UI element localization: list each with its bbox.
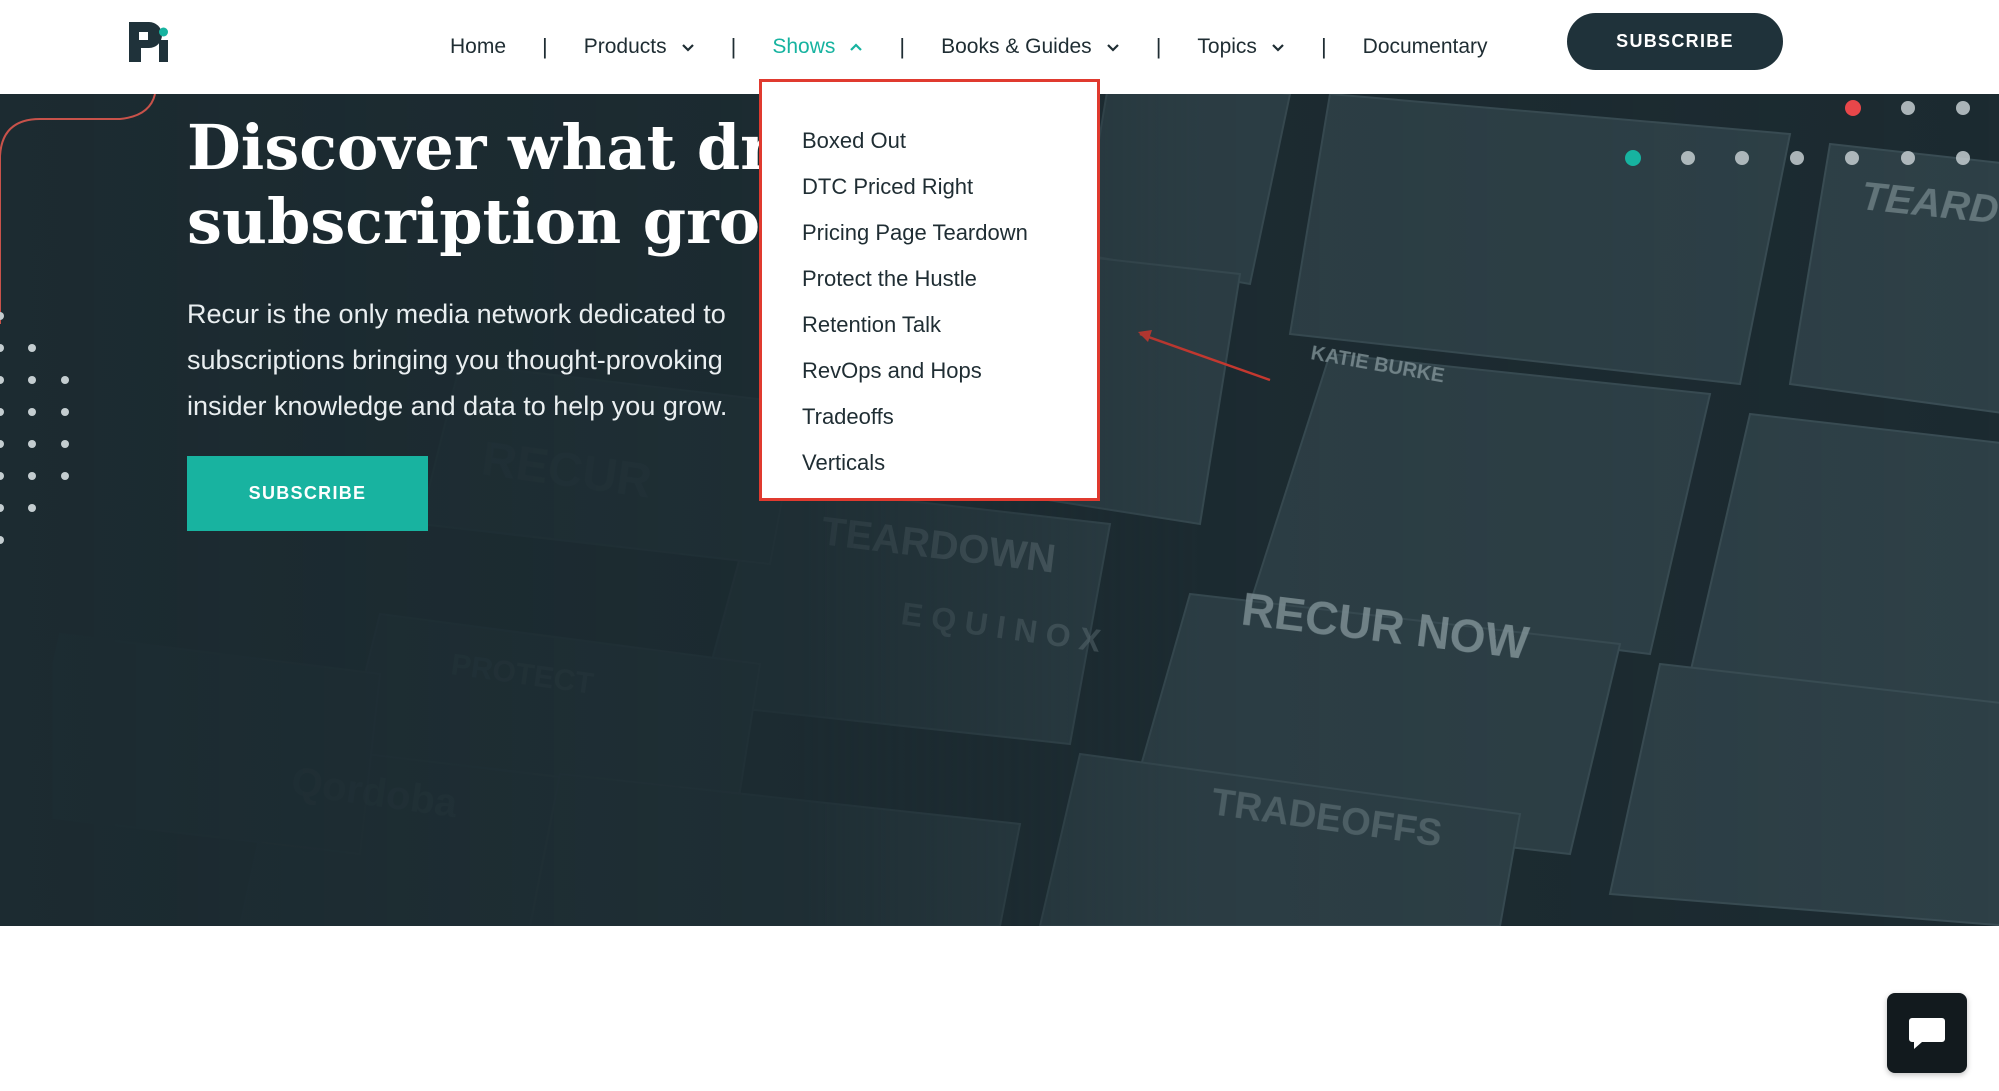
nav-books-guides[interactable]: Books & Guides xyxy=(941,35,1120,59)
nav-books-guides-label: Books & Guides xyxy=(941,35,1092,58)
shows-menu-item-retention-talk[interactable]: Retention Talk xyxy=(762,302,1097,348)
shows-menu-item-tradeoffs[interactable]: Tradeoffs xyxy=(762,394,1097,440)
shows-menu-item-boxed-out[interactable]: Boxed Out xyxy=(762,118,1097,164)
nav-topics[interactable]: Topics xyxy=(1197,35,1285,59)
nav-documentary[interactable]: Documentary xyxy=(1363,35,1488,59)
shows-dropdown-menu: Boxed Out DTC Priced Right Pricing Page … xyxy=(759,79,1100,501)
nav-separator: | xyxy=(899,34,906,59)
nav-topics-label: Topics xyxy=(1197,35,1257,58)
nav-separator: | xyxy=(542,34,548,59)
nav-shows[interactable]: Shows xyxy=(772,35,863,59)
nav-separator: | xyxy=(1320,34,1327,59)
hero-subscribe-button[interactable]: SUBSCRIBE xyxy=(187,456,428,531)
shows-menu-item-dtc-priced-right[interactable]: DTC Priced Right xyxy=(762,164,1097,210)
nav-home-label: Home xyxy=(450,35,507,58)
hero-description-line-1: Recur is the only media network dedicate… xyxy=(187,299,726,329)
nav-products[interactable]: Products xyxy=(584,35,695,59)
nav-products-label: Products xyxy=(583,35,667,58)
hero-description-line-2: subscriptions bringing you thought-provo… xyxy=(187,345,723,375)
chevron-down-icon xyxy=(681,43,694,52)
chevron-down-icon xyxy=(1106,43,1119,52)
chat-bubble-icon xyxy=(1909,1018,1945,1049)
nav-shows-label: Shows xyxy=(772,35,836,58)
shows-menu-item-pricing-page-teardown[interactable]: Pricing Page Teardown xyxy=(762,210,1097,256)
chevron-down-icon xyxy=(1272,43,1284,52)
pi-logo-icon[interactable] xyxy=(126,18,174,64)
chat-launcher-button[interactable] xyxy=(1887,993,1967,1073)
shows-menu-item-revops-and-hops[interactable]: RevOps and Hops xyxy=(762,348,1097,394)
hero-description-line-3: insider knowledge and data to help you g… xyxy=(187,391,728,421)
shows-menu-item-verticals[interactable]: Verticals xyxy=(762,440,1097,486)
shows-menu-item-protect-the-hustle[interactable]: Protect the Hustle xyxy=(762,256,1097,302)
hero-description: Recur is the only media network dedicate… xyxy=(187,291,807,429)
nav-documentary-label: Documentary xyxy=(1362,35,1488,58)
nav-home[interactable]: Home xyxy=(450,35,506,59)
nav-separator: | xyxy=(1155,34,1162,59)
chevron-up-icon xyxy=(850,42,863,51)
nav-separator: | xyxy=(730,34,737,59)
header-subscribe-button[interactable]: SUBSCRIBE xyxy=(1567,13,1783,70)
